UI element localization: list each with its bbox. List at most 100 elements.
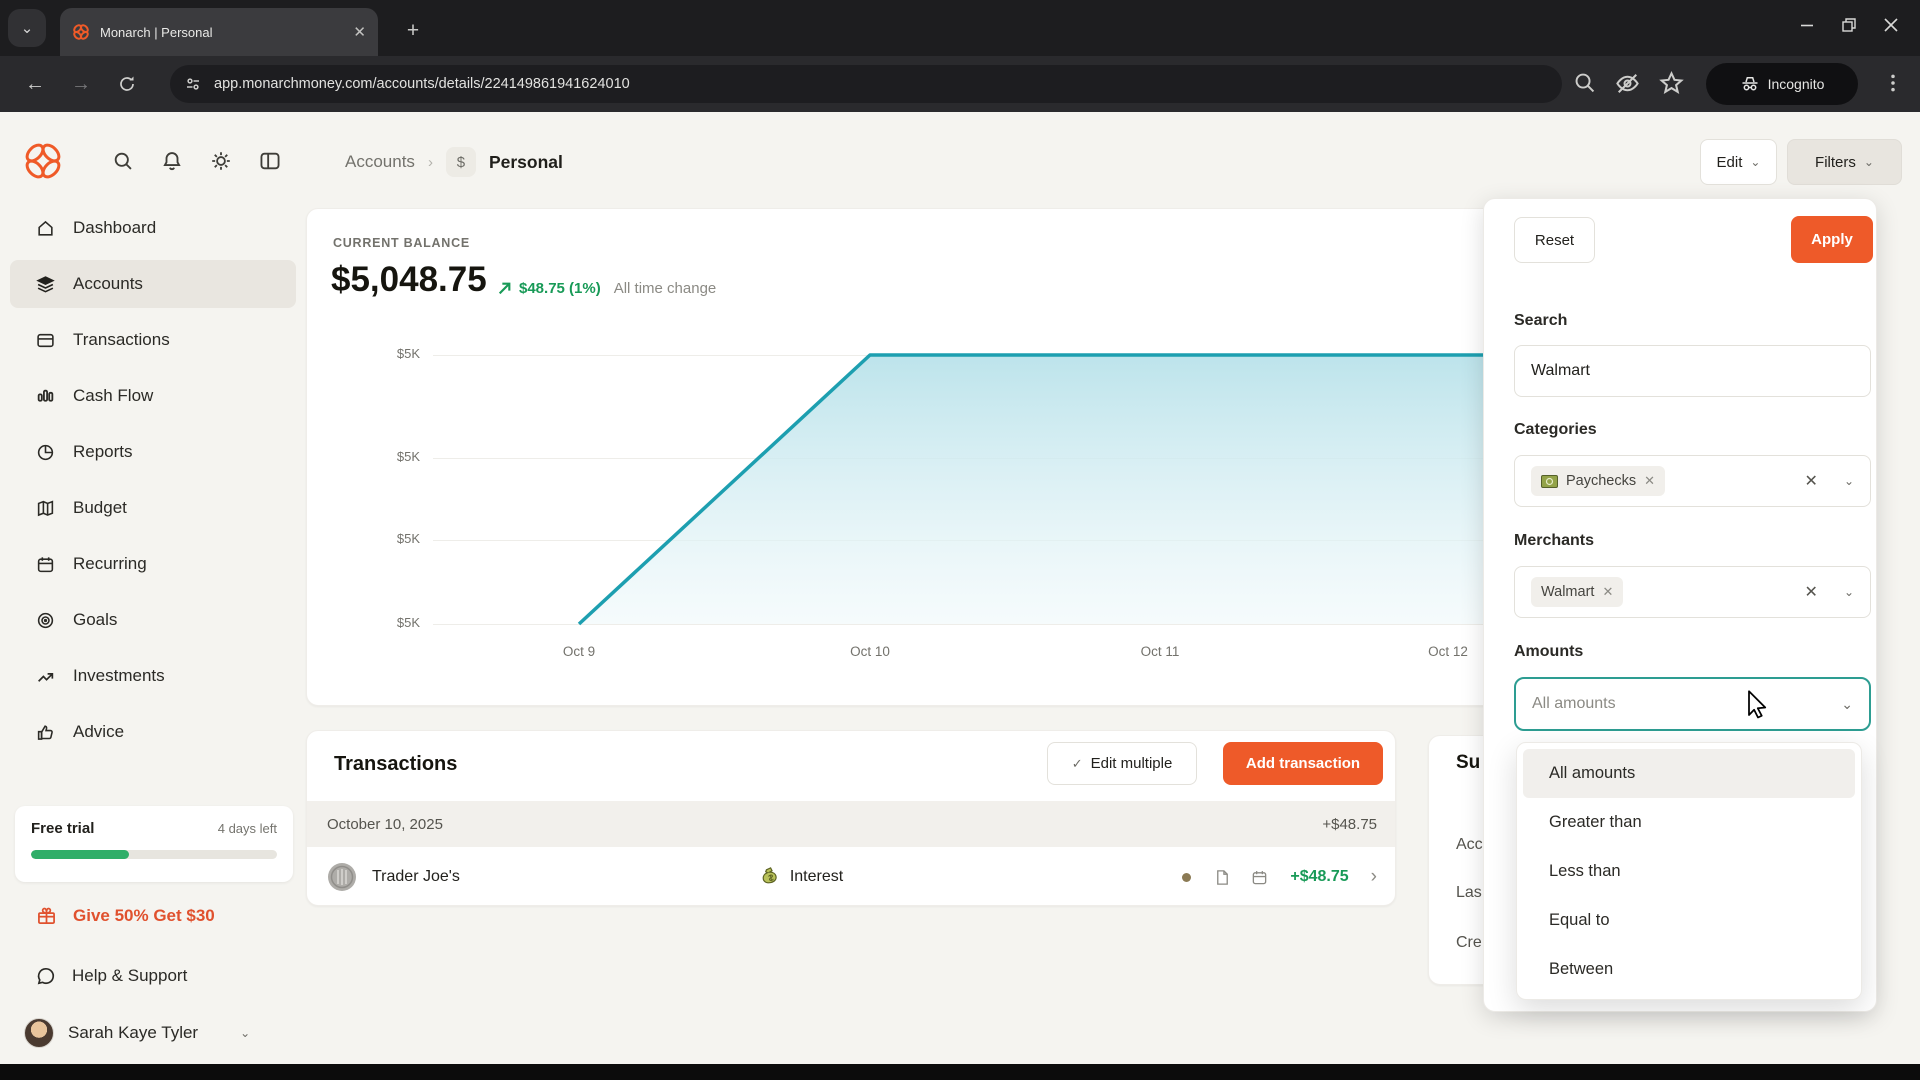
sidebar-item-accounts[interactable]: Accounts: [10, 260, 296, 308]
trial-progress-track: [31, 850, 277, 859]
gift-icon: [36, 905, 57, 926]
edit-multiple-button[interactable]: ✓ Edit multiple: [1047, 742, 1197, 785]
transaction-date-row: October 10, 2025 +$48.75: [307, 801, 1396, 847]
site-settings-icon[interactable]: [184, 75, 202, 93]
change-amount: $48.75 (1%): [519, 280, 601, 297]
notifications-bell-icon[interactable]: [161, 150, 183, 172]
group-date: October 10, 2025: [327, 816, 443, 833]
trial-title: Free trial: [31, 820, 94, 837]
category-money-bag-icon: [760, 867, 780, 887]
amounts-label: Amounts: [1514, 643, 1583, 661]
chevron-right-icon[interactable]: ›: [1371, 866, 1377, 888]
filters-button[interactable]: Filters⌄: [1787, 139, 1902, 185]
option-equal-to[interactable]: Equal to: [1523, 896, 1855, 945]
zoom-page-button[interactable]: [1572, 70, 1598, 101]
edit-multiple-label: Edit multiple: [1091, 755, 1173, 772]
edit-button[interactable]: Edit⌄: [1700, 139, 1777, 185]
chevron-down-icon[interactable]: ⌄: [1844, 585, 1854, 599]
help-support-link[interactable]: Help & Support: [36, 966, 187, 986]
nav-label: Advice: [73, 722, 124, 742]
note-document-icon[interactable]: [1214, 869, 1231, 886]
browser-menu-button[interactable]: [1882, 72, 1904, 99]
chip-label: Paychecks: [1566, 473, 1636, 489]
sidebar-item-recurring[interactable]: Recurring: [10, 540, 296, 588]
sidebar-item-investments[interactable]: Investments: [10, 652, 296, 700]
option-less-than[interactable]: Less than: [1523, 847, 1855, 896]
option-greater-than[interactable]: Greater than: [1523, 798, 1855, 847]
breadcrumb: Accounts › $ Personal: [345, 147, 563, 177]
mouse-cursor: [1746, 690, 1772, 720]
y-axis-tick: $5K: [370, 449, 420, 464]
minimize-button[interactable]: [1800, 18, 1814, 32]
chip-label: Walmart: [1541, 584, 1594, 600]
bar-chart-icon: [36, 387, 55, 406]
apply-label: Apply: [1811, 231, 1853, 248]
search-input[interactable]: Walmart: [1514, 345, 1871, 397]
plus-icon: +: [407, 19, 419, 43]
categories-input[interactable]: Paychecks ✕ ✕ ⌄: [1514, 455, 1871, 507]
url-text[interactable]: app.monarchmoney.com/accounts/details/22…: [214, 76, 630, 92]
url-bar[interactable]: app.monarchmoney.com/accounts/details/22…: [170, 65, 1562, 103]
three-dot-menu-icon: [1882, 72, 1904, 94]
transaction-row[interactable]: Trader Joe's Interest +$48.75 ›: [307, 847, 1396, 906]
merchant-chip[interactable]: Walmart ✕: [1531, 577, 1623, 607]
merchants-input[interactable]: Walmart ✕ ✕ ⌄: [1514, 566, 1871, 618]
free-trial-card: Free trial 4 days left: [15, 806, 293, 882]
check-icon: ✓: [1072, 756, 1083, 772]
restore-button[interactable]: [1842, 18, 1856, 32]
close-button[interactable]: [1884, 18, 1898, 32]
monarch-logo[interactable]: [22, 140, 64, 182]
user-name: Sarah Kaye Tyler: [68, 1023, 198, 1043]
reset-button[interactable]: Reset: [1514, 217, 1595, 263]
remove-chip-icon[interactable]: ✕: [1644, 473, 1655, 489]
sidebar-item-dashboard[interactable]: Dashboard: [10, 204, 296, 252]
sidebar-item-budget[interactable]: Budget: [10, 484, 296, 532]
remove-chip-icon[interactable]: ✕: [1602, 584, 1613, 600]
option-between[interactable]: Between: [1523, 945, 1855, 994]
sidebar-item-advice[interactable]: Advice: [10, 708, 296, 756]
reload-button[interactable]: [110, 68, 144, 100]
sidebar-item-cash-flow[interactable]: Cash Flow: [10, 372, 296, 420]
calendar-small-icon[interactable]: [1251, 869, 1268, 886]
sidebar-item-reports[interactable]: Reports: [10, 428, 296, 476]
y-axis-tick: $5K: [370, 531, 420, 546]
bookmark-button[interactable]: [1658, 70, 1685, 102]
category-name[interactable]: Interest: [790, 868, 843, 886]
browser-tab[interactable]: Monarch | Personal ✕: [60, 8, 378, 56]
clear-merchants-icon[interactable]: ✕: [1805, 582, 1818, 602]
y-axis-tick: $5K: [370, 615, 420, 630]
clear-categories-icon[interactable]: ✕: [1805, 471, 1818, 491]
chevron-down-icon[interactable]: ⌄: [1844, 474, 1854, 488]
amounts-select[interactable]: All amounts ⌄: [1514, 677, 1871, 731]
pie-chart-icon: [36, 443, 55, 462]
chevron-down-icon: ⌄: [1750, 155, 1760, 169]
apply-button[interactable]: Apply: [1791, 216, 1873, 263]
referral-label: Give 50% Get $30: [73, 906, 215, 926]
option-all-amounts[interactable]: All amounts: [1523, 749, 1855, 798]
transactions-title: Transactions: [334, 753, 457, 776]
search-icon[interactable]: [112, 150, 134, 172]
password-hidden-button[interactable]: [1614, 70, 1641, 102]
referral-link[interactable]: Give 50% Get $30: [36, 905, 215, 926]
balance-change: $48.75 (1%) All time change: [497, 280, 716, 297]
chevron-down-icon: ⌄: [1864, 155, 1874, 169]
new-tab-button[interactable]: +: [398, 16, 428, 46]
status-dot: [1182, 873, 1191, 882]
category-chip[interactable]: Paychecks ✕: [1531, 466, 1665, 496]
screen: ⌄ Monarch | Personal ✕ + ← → app.monarch…: [0, 0, 1920, 1080]
tab-search-button[interactable]: ⌄: [8, 9, 46, 47]
back-button[interactable]: ←: [18, 68, 52, 100]
sidebar-toggle-icon[interactable]: [259, 150, 281, 172]
merchant-name[interactable]: Trader Joe's: [372, 868, 460, 886]
nav-label: Transactions: [73, 330, 170, 350]
zoom-icon: [1572, 70, 1598, 96]
chevron-right-icon: ›: [428, 154, 433, 171]
tab-close-icon[interactable]: ✕: [353, 23, 366, 41]
breadcrumb-accounts[interactable]: Accounts: [345, 152, 415, 172]
forward-button[interactable]: →: [64, 68, 98, 100]
sidebar-item-transactions[interactable]: Transactions: [10, 316, 296, 364]
add-transaction-button[interactable]: Add transaction: [1223, 742, 1383, 785]
sidebar-item-goals[interactable]: Goals: [10, 596, 296, 644]
settings-gear-icon[interactable]: [210, 150, 232, 172]
user-menu[interactable]: Sarah Kaye Tyler ⌄: [24, 1018, 250, 1048]
